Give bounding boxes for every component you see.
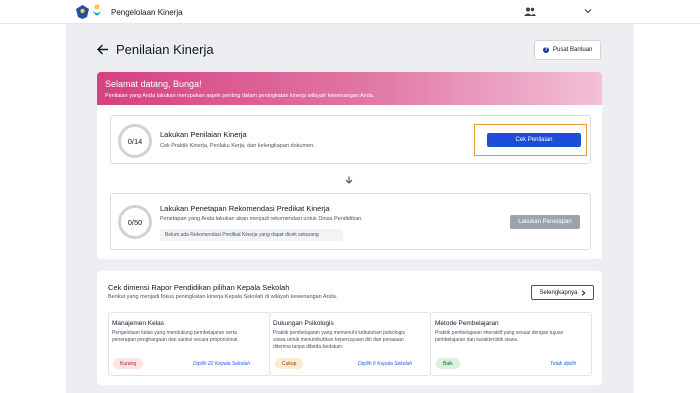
dimension-title: Dukungan Psikologis — [273, 320, 334, 327]
info-chip: Belum ada Rekomendasi Predikat Kinerja y… — [160, 229, 343, 241]
step-title: Lakukan Penilaian Kinerja — [160, 130, 247, 139]
dimensions-subtitle: Berikut yang menjadi fokus peningkatan k… — [108, 294, 338, 300]
set-recommendation-button[interactable]: Lakukan Penetapan — [510, 215, 580, 229]
status-badge: Kurang — [113, 358, 144, 369]
check-assessment-button[interactable]: Cek Penilaian — [487, 133, 581, 147]
see-more-button[interactable]: Selengkapnya — [531, 285, 594, 300]
welcome-title: Selamat datang, Bunga! — [105, 79, 202, 89]
progress-ring: 0/50 — [118, 205, 152, 239]
chosen-count-link[interactable]: Dipilih 6 Kepala Sekolah — [358, 361, 412, 367]
step-title: Lakukan Penetapan Rekomendasi Predikat K… — [160, 204, 330, 213]
top-bar: Pengelolaan Kinerja — [0, 0, 700, 24]
see-more-label: Selengkapnya — [539, 289, 578, 296]
chevron-right-icon — [581, 289, 586, 296]
user-group-icon[interactable] — [524, 7, 536, 16]
help-center-button[interactable]: ? Pusat Bantuan — [534, 40, 601, 60]
dimensions-title: Cek dimensi Rapor Pendidikan pilihan Kep… — [108, 283, 290, 292]
dimension-title: Manajemen Kelas — [112, 320, 165, 327]
app-logo-icon — [93, 4, 101, 16]
step-description: Penetapan yang Anda lakukan akan menjadi… — [160, 216, 363, 222]
dimension-title: Metode Pembelajaran — [435, 320, 499, 327]
step-description: Cek Praktik Kinerja, Perilaku Kerja, dan… — [160, 143, 315, 149]
arrow-down-icon — [345, 176, 353, 184]
chosen-count-link[interactable]: Dipilih 22 Kepala Sekolah — [193, 361, 250, 367]
app-name: Pengelolaan Kinerja — [111, 8, 183, 17]
progress-count: 0/14 — [127, 136, 143, 146]
help-center-label: Pusat Bantuan — [553, 47, 593, 53]
dimension-description: Pengelolaan kelas yang mendukung pembela… — [112, 330, 239, 343]
question-icon: ? — [543, 47, 549, 53]
dimension-description: Praktik pembelajaran interaktif yang ses… — [435, 330, 564, 343]
chevron-down-icon[interactable] — [584, 8, 592, 14]
progress-ring: 0/14 — [118, 124, 152, 158]
status-badge: Cukup — [275, 358, 304, 369]
back-arrow-icon[interactable] — [97, 44, 109, 55]
chosen-count-link[interactable]: Tidak dipilih — [550, 361, 576, 367]
welcome-subtitle: Penilaian yang Anda lakukan merupakan as… — [105, 93, 375, 99]
page-title: Penilaian Kinerja — [116, 42, 214, 57]
progress-count: 0/50 — [127, 217, 143, 227]
tut-wuri-handayani-logo-icon — [76, 5, 89, 19]
status-badge: Baik — [436, 358, 460, 369]
dimension-description: Praktik pembelajaran yang memenuhi kebut… — [273, 330, 406, 350]
